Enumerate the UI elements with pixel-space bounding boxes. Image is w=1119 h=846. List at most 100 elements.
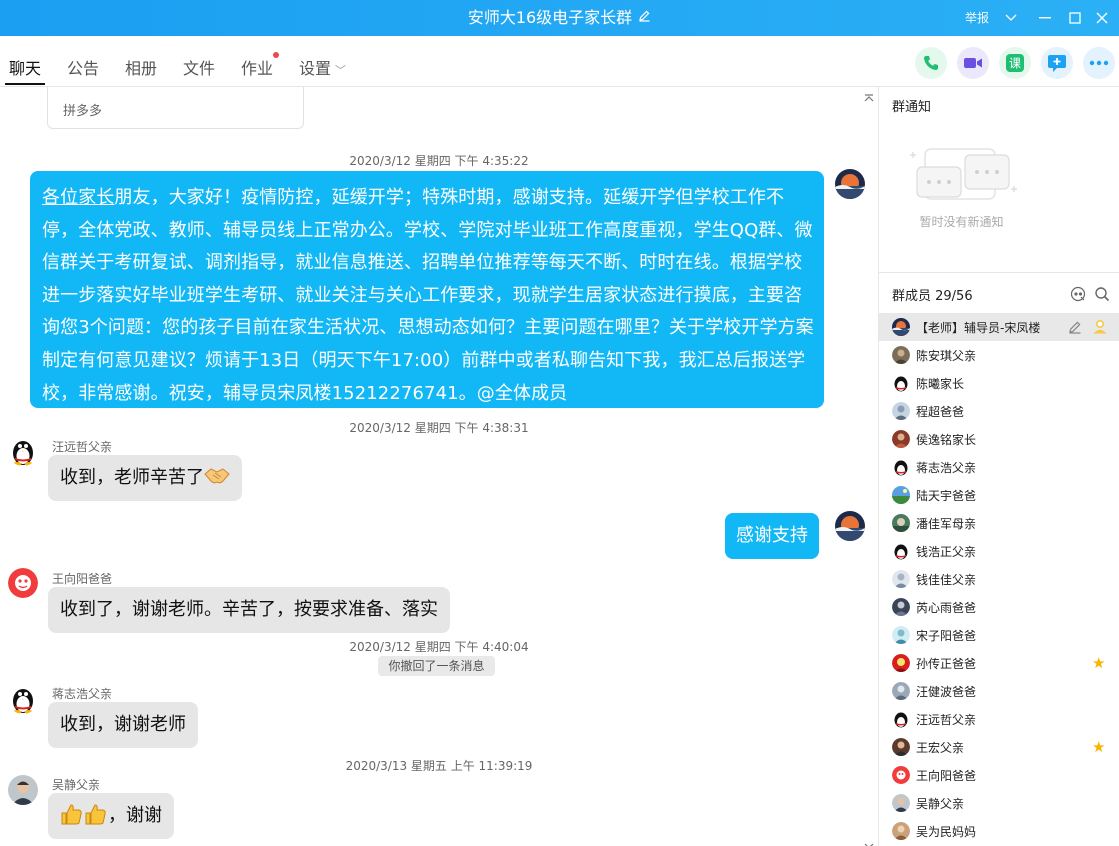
- avatar[interactable]: [8, 436, 38, 466]
- member-avatar: [892, 486, 910, 504]
- member-name: 王向阳爸爸: [916, 769, 977, 783]
- timestamp: 2020/3/12 星期四 下午 4:35:22: [349, 154, 529, 168]
- member-name: 陆天宇爸爸: [916, 489, 977, 503]
- maximize-icon[interactable]: [1063, 6, 1087, 30]
- member-name: 钱浩正父亲: [916, 545, 977, 559]
- tab-chat[interactable]: 聊天: [4, 55, 46, 85]
- members-title: 群成员 29/56: [892, 289, 973, 304]
- member-item[interactable]: 汪健波爸爸: [879, 677, 1119, 705]
- voice-call-button[interactable]: [915, 47, 947, 79]
- sender-name: 吴静父亲: [52, 778, 101, 792]
- member-item[interactable]: 钱佳佳父亲: [879, 565, 1119, 593]
- chevron-down-icon: ﹀: [335, 64, 347, 77]
- tab-settings[interactable]: 设置 ﹀: [299, 55, 346, 79]
- message-bubble-incoming[interactable]: ，谢谢: [48, 793, 174, 839]
- tab-homework[interactable]: 作业: [241, 52, 280, 79]
- avatar[interactable]: [835, 169, 865, 199]
- tab-album[interactable]: 相册: [125, 55, 157, 79]
- member-item[interactable]: 宋子阳爸爸: [879, 621, 1119, 649]
- message-bubble-incoming[interactable]: 收到，老师辛苦了: [48, 455, 242, 501]
- member-item[interactable]: 潘佳军母亲: [879, 509, 1119, 537]
- scroll-down-icon[interactable]: [864, 836, 874, 846]
- window-title: 安师大16级电子家长群: [0, 0, 1119, 36]
- close-icon[interactable]: [1090, 6, 1114, 30]
- member-avatar: [892, 542, 910, 560]
- notice-empty-text: 暂时没有新通知: [919, 215, 1004, 229]
- video-call-button[interactable]: [957, 47, 989, 79]
- shared-link-card[interactable]: 拼多多: [47, 87, 304, 129]
- member-avatar: [892, 626, 910, 644]
- member-item[interactable]: 芮心雨爸爸: [879, 593, 1119, 621]
- member-avatar: [892, 374, 910, 392]
- avatar[interactable]: [8, 568, 38, 598]
- sender-name: 蒋志浩父亲: [52, 687, 113, 701]
- dropdown-chevron-icon[interactable]: [999, 6, 1023, 30]
- member-item[interactable]: 程超爸爸: [879, 397, 1119, 425]
- card-source-label: 拼多多: [63, 104, 103, 119]
- member-avatar: [892, 318, 910, 336]
- timestamp: 2020/3/12 星期四 下午 4:40:04: [349, 640, 529, 654]
- collapse-icon[interactable]: [864, 87, 874, 106]
- member-item[interactable]: 侯逸铭家长: [879, 425, 1119, 453]
- member-item[interactable]: 陈安琪父亲: [879, 341, 1119, 369]
- class-button[interactable]: 课: [999, 47, 1031, 79]
- member-name: 宋子阳爸爸: [916, 629, 977, 643]
- member-name: 程超爸爸: [916, 405, 965, 419]
- share-screen-button[interactable]: [1041, 47, 1073, 79]
- message-text: 收到，谢谢老师: [60, 714, 186, 735]
- member-name: 吴静父亲: [916, 797, 965, 811]
- message-bubble-incoming[interactable]: 收到，谢谢老师: [48, 702, 198, 748]
- member-avatar: [892, 822, 910, 840]
- member-name: 【老师】辅导员-宋凤楼: [916, 321, 1041, 335]
- tab-homework-label: 作业: [241, 59, 274, 78]
- member-item[interactable]: 陆天宇爸爸: [879, 481, 1119, 509]
- avatar[interactable]: [8, 684, 38, 714]
- message-text: ，谢谢: [108, 805, 162, 826]
- timestamp: 2020/3/13 星期五 上午 11:39:19: [345, 759, 533, 773]
- handshake-emoji-icon: [204, 468, 230, 484]
- divider: [879, 272, 1119, 273]
- member-item[interactable]: 蒋志浩父亲: [879, 453, 1119, 481]
- member-item[interactable]: 汪远哲父亲: [879, 705, 1119, 733]
- tab-files[interactable]: 文件: [183, 55, 215, 79]
- avatar[interactable]: [8, 775, 38, 805]
- report-button[interactable]: 举报: [965, 9, 989, 26]
- member-item[interactable]: 钱浩正父亲: [879, 537, 1119, 565]
- member-avatar: [892, 346, 910, 364]
- member-item[interactable]: 王宏父亲 ★: [879, 733, 1119, 761]
- message-bubble-outgoing[interactable]: 感谢支持: [725, 513, 819, 559]
- member-item[interactable]: 王向阳爸爸: [879, 761, 1119, 789]
- mention-all[interactable]: @全体成员: [477, 383, 568, 404]
- member-item[interactable]: 孙传正爸爸 ★: [879, 649, 1119, 677]
- minimize-icon[interactable]: [1033, 6, 1057, 30]
- member-search-icon[interactable]: [1094, 286, 1110, 302]
- tab-bar: 聊天 公告 相册 文件 作业 设置 ﹀ 课: [0, 36, 1119, 87]
- more-icon: [1089, 60, 1109, 66]
- member-name: 侯逸铭家长: [916, 433, 977, 447]
- member-avatar: [892, 458, 910, 476]
- edit-icon[interactable]: [1068, 319, 1082, 338]
- member-item[interactable]: 【老师】辅导员-宋凤楼: [879, 313, 1119, 341]
- chat-panel[interactable]: 拼多多 2020/3/12 星期四 下午 4:35:22 各位家长朋友，大家好！…: [0, 87, 878, 846]
- member-avatar: [892, 794, 910, 812]
- recall-notice: 你撤回了一条消息: [378, 656, 495, 676]
- message-bubble-incoming[interactable]: 收到了，谢谢老师。辛苦了，按要求准备、落实: [48, 587, 450, 633]
- member-manage-icon[interactable]: [1070, 286, 1086, 302]
- more-button[interactable]: [1083, 47, 1115, 79]
- message-underlined-text: 各位家长: [42, 187, 115, 208]
- screen-share-icon: [1048, 55, 1066, 72]
- member-avatar: [892, 738, 910, 756]
- tab-settings-label: 设置: [299, 59, 332, 78]
- message-bubble-outgoing[interactable]: 各位家长朋友，大家好！疫情防控，延缓开学；特殊时期，感谢支持。延缓开学但学校工作…: [30, 171, 824, 408]
- member-item[interactable]: 吴静父亲: [879, 789, 1119, 817]
- edit-name-icon[interactable]: [638, 1, 651, 37]
- avatar[interactable]: [835, 511, 865, 541]
- member-name: 王宏父亲: [916, 741, 965, 755]
- member-item[interactable]: 陈曦家长: [879, 369, 1119, 397]
- tab-announcement[interactable]: 公告: [67, 55, 99, 79]
- member-item[interactable]: 吴为民妈妈: [879, 817, 1119, 845]
- thumbs-up-emoji-icon: [61, 804, 106, 825]
- member-avatar: [892, 682, 910, 700]
- member-avatar: [892, 570, 910, 588]
- member-name: 孙传正爸爸: [916, 657, 977, 671]
